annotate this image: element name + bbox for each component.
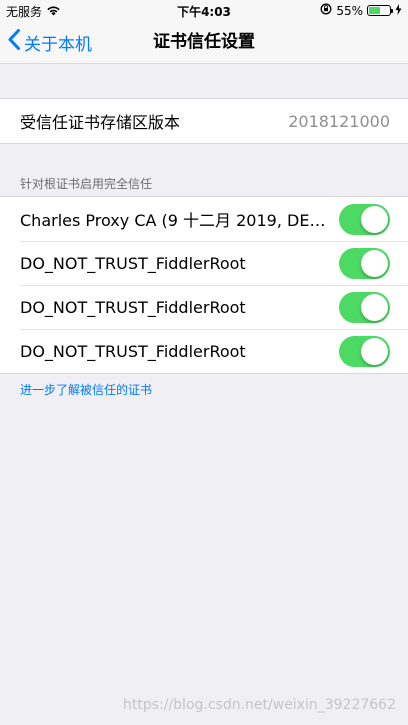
certificate-label: DO_NOT_TRUST_FiddlerRoot [20, 253, 246, 273]
version-group: 受信任证书存储区版本 2018121000 [0, 98, 408, 144]
certificate-label: DO_NOT_TRUST_FiddlerRoot [20, 297, 246, 317]
trust-store-version-row: 受信任证书存储区版本 2018121000 [0, 99, 408, 143]
trust-store-version-value: 2018121000 [288, 111, 390, 131]
toggle-knob [361, 249, 388, 277]
certificate-trust-toggle[interactable] [339, 335, 390, 367]
battery-percent: 55% [336, 3, 363, 18]
status-right: 55% [320, 3, 402, 18]
status-bar: 无服务 下午4:03 55% [0, 0, 408, 20]
battery-fill [369, 7, 380, 14]
battery-icon [367, 5, 393, 16]
certificate-label: DO_NOT_TRUST_FiddlerRoot [20, 341, 246, 361]
watermark-text: https://blog.csdn.net/weixin_39227662 [122, 697, 396, 713]
orientation-lock-icon [320, 3, 332, 18]
charging-icon [395, 3, 402, 18]
section-header: 针对根证书启用完全信任 [20, 177, 153, 191]
toggle-knob [361, 337, 388, 365]
trust-store-version-label: 受信任证书存储区版本 [20, 113, 181, 132]
certificate-row: DO_NOT_TRUST_FiddlerRoot [0, 285, 408, 329]
learn-more-link[interactable]: 进一步了解被信任的证书 [20, 381, 152, 398]
certificate-row: DO_NOT_TRUST_FiddlerRoot [0, 329, 408, 373]
certificate-trust-toggle[interactable] [339, 291, 390, 323]
certificate-label: Charles Proxy CA (9 十二月 2019, DESK… [20, 211, 339, 230]
certificate-row: Charles Proxy CA (9 十二月 2019, DESK… [0, 197, 408, 241]
certificate-trust-toggle[interactable] [339, 203, 390, 235]
page-title: 证书信任设置 [153, 32, 255, 52]
certificate-row: DO_NOT_TRUST_FiddlerRoot [0, 241, 408, 285]
certificate-list: Charles Proxy CA (9 十二月 2019, DESK… DO_N… [0, 196, 408, 374]
toggle-knob [361, 293, 388, 321]
navigation-bar: 关于本机 证书信任设置 [0, 20, 408, 64]
toggle-knob [361, 205, 388, 233]
certificate-trust-toggle[interactable] [339, 247, 390, 279]
